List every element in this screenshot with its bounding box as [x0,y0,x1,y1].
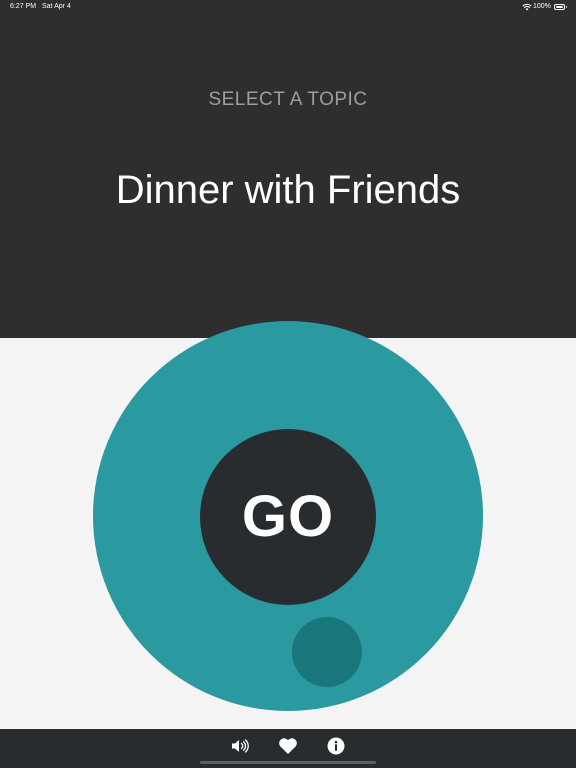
speaker-icon[interactable] [228,734,252,758]
status-date: Sat Apr 4 [42,3,71,10]
wifi-icon [522,3,532,11]
battery-percentage: 100% [533,3,551,10]
info-icon[interactable] [324,734,348,758]
status-time: 6:27 PM [10,3,37,10]
app-screen: 6:27 PM Sat Apr 4 100% SELECT A TOPIC Di… [0,0,576,768]
go-button[interactable]: GO [200,429,376,605]
topic-header-panel: 6:27 PM Sat Apr 4 100% SELECT A TOPIC Di… [0,0,576,338]
home-indicator[interactable] [200,761,376,764]
wheel-knob[interactable] [292,617,362,687]
heart-icon[interactable] [276,734,300,758]
select-topic-label: SELECT A TOPIC [208,89,368,110]
status-bar: 6:27 PM Sat Apr 4 100% [0,0,576,14]
topic-title[interactable]: Dinner with Friends [0,168,576,213]
battery-icon [554,4,567,10]
